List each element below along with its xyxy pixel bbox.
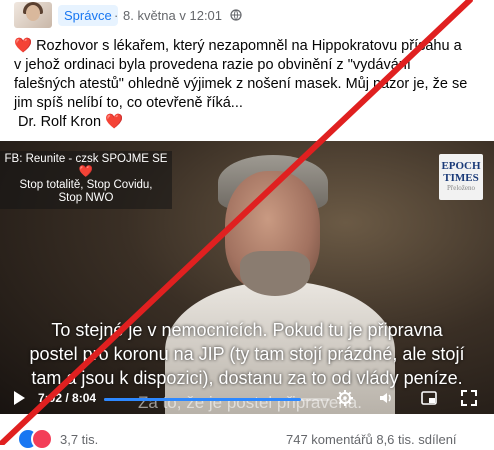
logo-line: TIMES (443, 172, 479, 184)
miniplayer-icon[interactable] (420, 389, 438, 407)
progress-fill (104, 398, 302, 401)
video-overlay-label: FB: Reunite - czsk SPOJME SE ❤️ Stop tot… (0, 151, 172, 209)
overlay-line: FB: Reunite - czsk SPOJME SE ❤️ (4, 153, 168, 178)
post-text-line: v jehož ordinaci byla provedena razie po… (14, 57, 411, 73)
subtitle-line: To stejné je v nemocnicích. Pokud tu je … (51, 320, 443, 340)
fullscreen-icon[interactable] (460, 389, 478, 407)
subtitle-line: postel pro koronu na JIP (ty tam stojí p… (29, 344, 465, 364)
video-controls: 7:02 / 8:04 (0, 389, 494, 414)
globe-icon (230, 9, 242, 21)
post-text-line: Dr. Rolf Kron ❤️ (14, 114, 124, 130)
settings-icon[interactable] (336, 389, 354, 407)
epoch-times-logo: EPOCH TIMES Přeloženo (439, 154, 483, 200)
post-text: ❤️ Rozhovor s lékařem, který nezapomněl … (14, 37, 484, 132)
post-text-line: falešných atestů" ohledně výjimek z noše… (14, 76, 468, 92)
post-footer: 3,7 tis. 747 komentářů 8,6 tis. sdílení (0, 425, 494, 450)
overlay-line: Stop totalitě, Stop Covidu, (19, 179, 153, 191)
post-date[interactable]: 8. května v 12:01 (123, 5, 222, 26)
overlay-line: Stop NWO (58, 192, 114, 204)
play-icon[interactable] (14, 391, 25, 405)
progress-bar[interactable] (104, 398, 330, 401)
love-reaction-icon[interactable] (31, 428, 53, 450)
video-subtitles: To stejné je v nemocnicích. Pokud tu je … (10, 318, 484, 390)
avatar-face (26, 5, 40, 21)
page-avatar[interactable] (14, 2, 52, 28)
video-person-beard (240, 251, 310, 296)
post-header: Správce · 8. května v 12:01 (0, 0, 494, 32)
logo-line: Přeloženo (447, 184, 475, 192)
speaker-icon[interactable] (378, 389, 396, 407)
post-text-line: ❤️ Rozhovor s lékařem, který nezapomněl … (14, 38, 462, 54)
role-badge[interactable]: Správce (58, 5, 118, 26)
logo-line: EPOCH (441, 160, 481, 172)
post-text-line: jim spíš nelíbí to, co otevřeně říká... (14, 95, 243, 111)
subtitle-line: tam a jsou k dispozici), dostanu za to o… (31, 368, 463, 388)
video-time: 7:02 / 8:04 (38, 391, 97, 405)
separator-dot: · (114, 8, 119, 23)
